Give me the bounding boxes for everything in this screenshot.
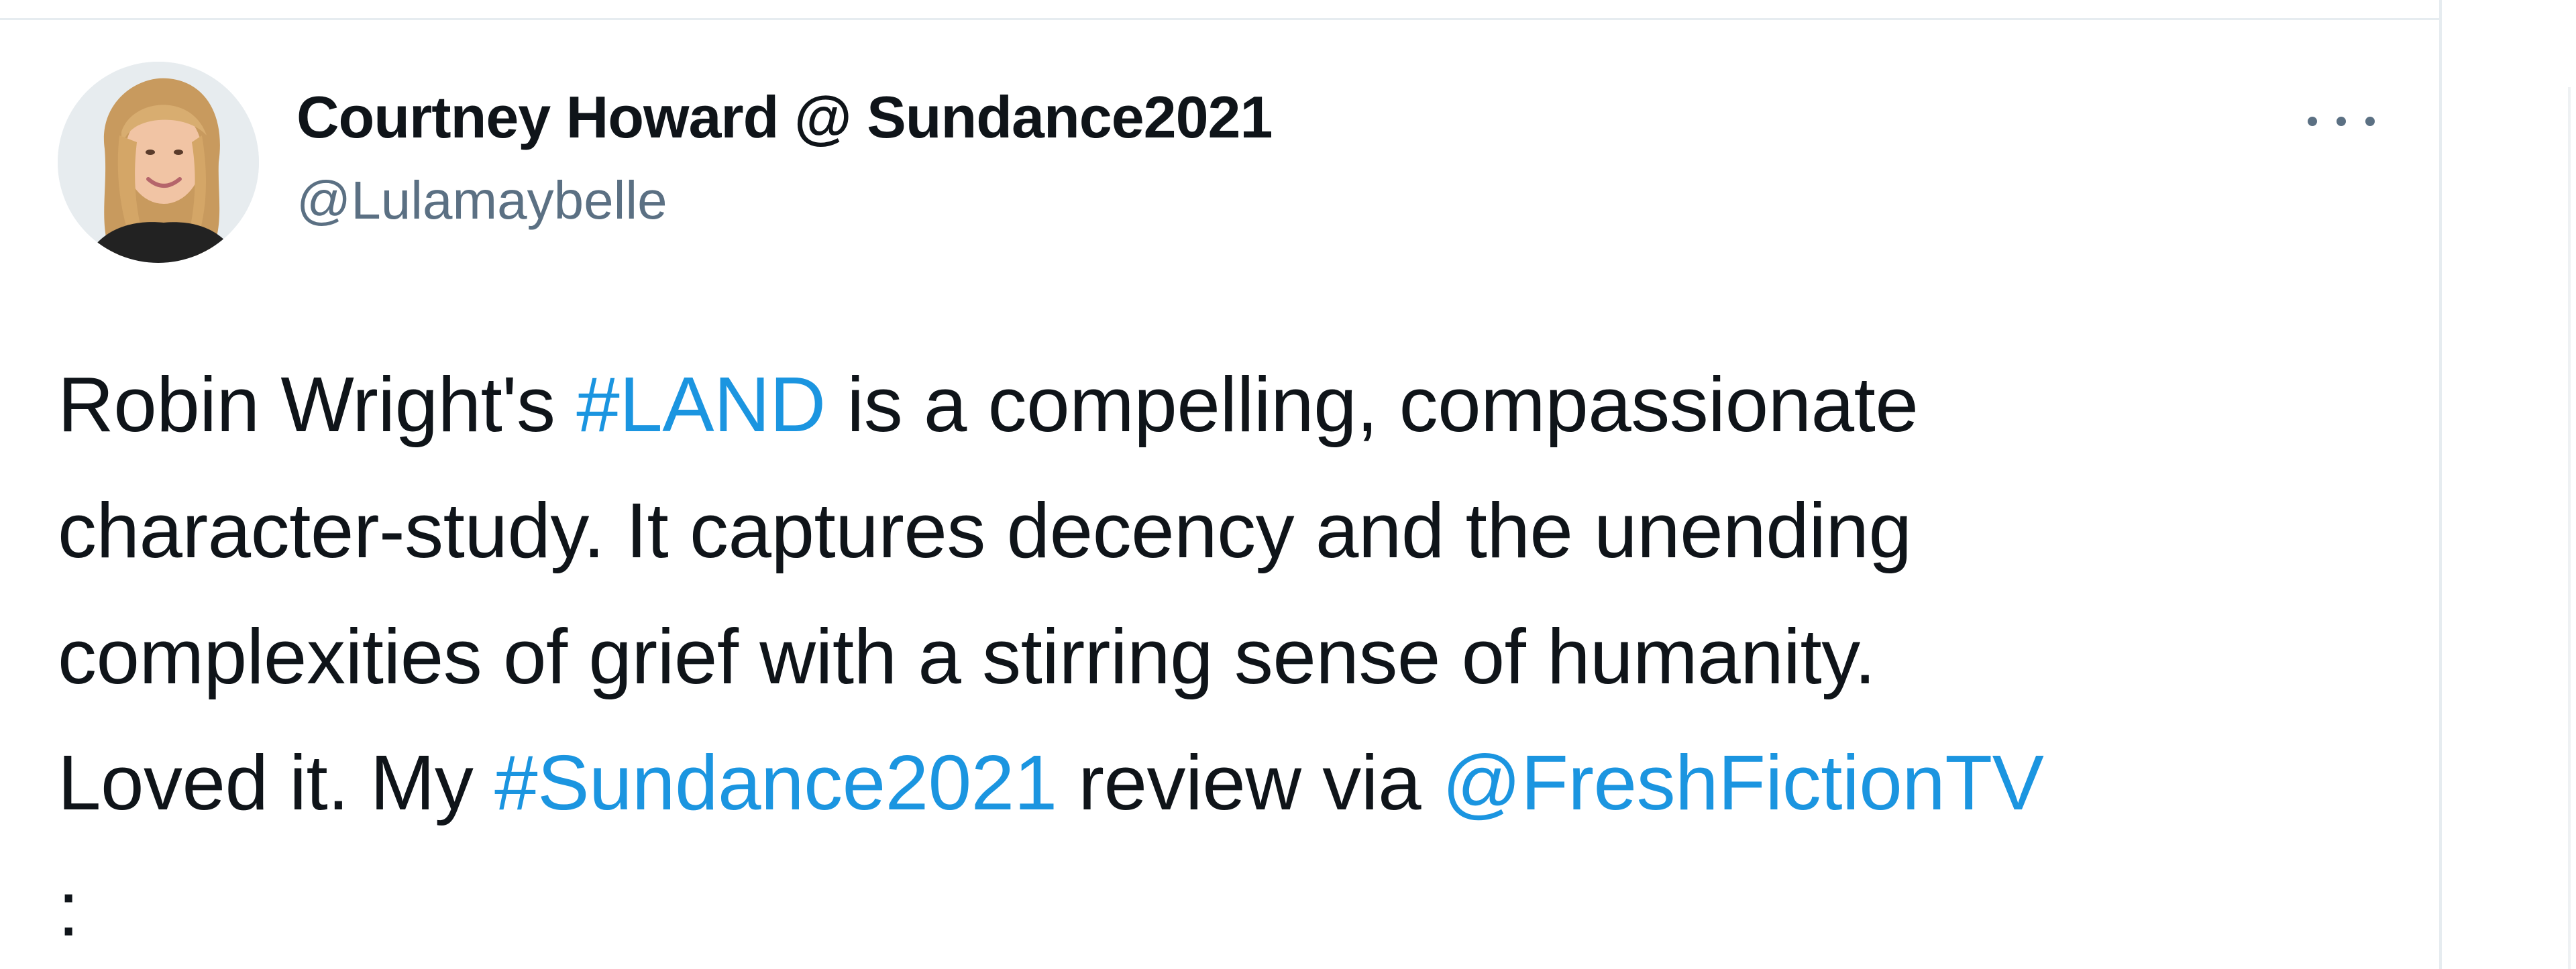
more-dot xyxy=(2365,117,2375,126)
tweet-text-line: complexities of grief with a stirring se… xyxy=(58,613,1876,700)
tweet-text-line: : xyxy=(58,865,79,952)
avatar[interactable] xyxy=(58,62,259,263)
hashtag-land-link[interactable]: #LAND xyxy=(576,361,826,448)
avatar-photo-icon xyxy=(58,62,259,263)
mention-freshfictiontv-link[interactable]: @FreshFictionTV xyxy=(1442,739,2044,826)
tweet-text-line: Loved it. My #Sundance2021 review via @F… xyxy=(58,720,2419,846)
tweet-text: Robin Wright's #LAND is a compelling, co… xyxy=(58,341,2419,969)
tweet-text-segment: Loved it. My xyxy=(58,739,495,826)
author-display-name[interactable]: Courtney Howard @ Sundance2021 xyxy=(297,88,1273,147)
more-dots-icon[interactable] xyxy=(2308,108,2375,135)
more-dot xyxy=(2308,117,2317,126)
tweet-text-line: Robin Wright's #LAND is a compelling, co… xyxy=(58,341,2419,467)
tweet-card[interactable]: Courtney Howard @ Sundance2021 @Lulamayb… xyxy=(0,22,2439,969)
tweet-text-line: character-study. It captures decency and… xyxy=(58,487,1912,574)
tweet-top-border xyxy=(0,0,2440,20)
tweet-text-segment: Robin Wright's xyxy=(58,361,577,448)
hashtag-sundance2021-link[interactable]: #Sundance2021 xyxy=(494,739,1057,826)
tweet-text-segment: is a compelling, compassionate xyxy=(825,361,1919,448)
more-dot xyxy=(2337,117,2346,126)
sidebar-edge xyxy=(2568,87,2571,969)
tweet-text-segment: review via xyxy=(1057,739,1442,826)
author-handle[interactable]: @Lulamaybelle xyxy=(297,174,667,227)
timeline-right-divider xyxy=(2439,0,2442,969)
